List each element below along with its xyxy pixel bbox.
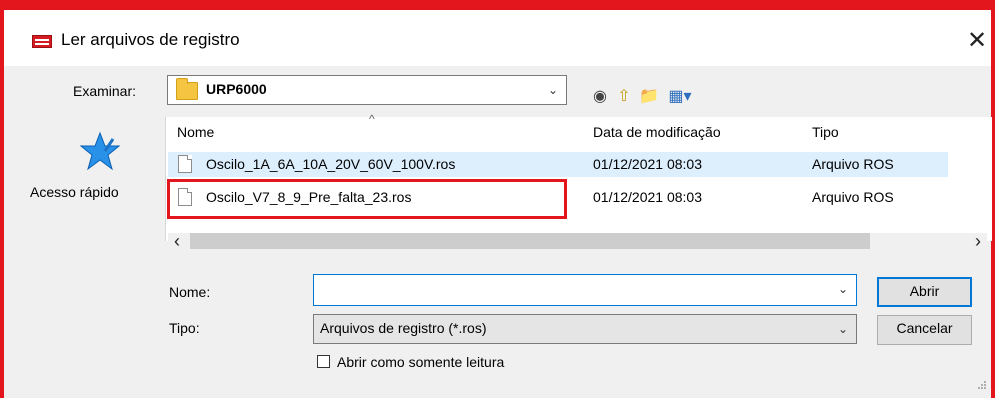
view-menu-icon[interactable]: ▦▾: [662, 85, 698, 107]
file-type: Arquivo ROS: [812, 189, 894, 205]
back-icon[interactable]: ◉: [588, 85, 612, 107]
cancel-button[interactable]: Cancelar: [877, 315, 972, 345]
readonly-checkbox[interactable]: [317, 355, 330, 368]
scroll-right-icon[interactable]: ›: [969, 232, 987, 250]
highlighted-file-box: [167, 179, 567, 219]
location-select[interactable]: URP6000 ⌄: [167, 75, 567, 105]
sort-ascending-icon: ^: [369, 112, 375, 126]
file-name[interactable]: Oscilo_1A_6A_10A_20V_60V_100V.ros: [206, 156, 455, 172]
file-type-select[interactable]: Arquivos de registro (*.ros) ⌄: [313, 314, 857, 344]
quick-access-star-icon[interactable]: [80, 131, 120, 171]
chevron-down-icon: ⌄: [547, 83, 558, 97]
open-button[interactable]: Abrir: [877, 277, 972, 307]
sidebar-item-quick-access[interactable]: Acesso rápido: [30, 184, 119, 200]
filename-input[interactable]: ⌄: [313, 274, 857, 306]
file-date: 01/12/2021 08:03: [593, 189, 702, 205]
file-icon: [178, 155, 192, 173]
folder-icon: [176, 78, 198, 100]
readonly-label: Abrir como somente leitura: [337, 354, 505, 370]
scroll-left-icon[interactable]: ‹: [168, 232, 186, 250]
window-titlebar: Ler arquivos de registro ✕: [4, 10, 991, 66]
location-label: Examinar:: [73, 83, 137, 99]
file-row[interactable]: Oscilo_1A_6A_10A_20V_60V_100V.ros 01/12/…: [168, 152, 948, 177]
location-value: URP6000: [206, 81, 267, 97]
file-type-value: Arquivos de registro (*.ros): [320, 320, 487, 336]
close-icon[interactable]: ✕: [962, 26, 992, 56]
file-date: 01/12/2021 08:03: [593, 156, 702, 172]
column-name-header[interactable]: Nome: [177, 124, 214, 140]
horizontal-scrollbar[interactable]: ‹ ›: [168, 232, 987, 250]
column-date-header[interactable]: Data de modificação: [593, 124, 721, 140]
chevron-down-icon: ⌄: [837, 282, 848, 296]
window-title: Ler arquivos de registro: [61, 30, 240, 49]
name-label: Nome:: [169, 284, 211, 300]
chevron-down-icon: ⌄: [837, 322, 848, 336]
app-icon: [32, 35, 52, 48]
up-folder-icon[interactable]: ⇧: [612, 85, 636, 107]
column-type-header[interactable]: Tipo: [812, 124, 839, 140]
file-type: Arquivo ROS: [812, 156, 894, 172]
scroll-thumb[interactable]: [190, 233, 870, 249]
resize-grip-icon[interactable]: [977, 380, 987, 390]
new-folder-icon[interactable]: 📁: [637, 85, 661, 107]
type-label: Tipo:: [169, 320, 200, 336]
